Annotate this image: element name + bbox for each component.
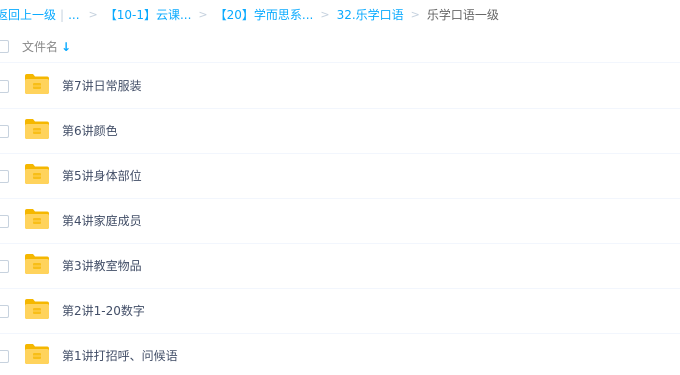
- breadcrumb: 返回上一级 | ... > 【10-1】云课... > 【20】学而思系... …: [0, 6, 499, 24]
- file-list: 第7讲日常服装 第6讲颜色 第5讲身体部位 第4讲家庭成员 第3讲教室物品 第2…: [0, 64, 680, 375]
- folder-icon: [25, 299, 49, 319]
- file-browser: 返回上一级 | ... > 【10-1】云课... > 【20】学而思系... …: [0, 0, 680, 375]
- file-row[interactable]: 第6讲颜色: [0, 109, 680, 154]
- row-checkbox[interactable]: [0, 125, 9, 138]
- breadcrumb-current: 乐学口语一级: [426, 8, 499, 22]
- chevron-right-icon: >: [198, 8, 208, 21]
- row-checkbox[interactable]: [0, 170, 9, 183]
- file-row[interactable]: 第4讲家庭成员: [0, 199, 680, 244]
- row-checkbox[interactable]: [0, 305, 9, 318]
- file-name[interactable]: 第1讲打招呼、问候语: [62, 347, 178, 365]
- select-all-checkbox[interactable]: [0, 40, 9, 53]
- row-checkbox[interactable]: [0, 350, 9, 363]
- row-checkbox[interactable]: [0, 215, 9, 228]
- breadcrumb-divider: |: [60, 8, 65, 22]
- file-name[interactable]: 第4讲家庭成员: [62, 212, 142, 230]
- folder-icon: [25, 254, 49, 274]
- chevron-right-icon: >: [410, 8, 420, 21]
- breadcrumb-ellipsis[interactable]: ...: [68, 6, 79, 24]
- breadcrumb-item-20[interactable]: 【20】学而思系...: [215, 6, 314, 24]
- folder-icon: [25, 209, 49, 229]
- file-row[interactable]: 第1讲打招呼、问候语: [0, 334, 680, 375]
- file-row[interactable]: 第5讲身体部位: [0, 154, 680, 199]
- breadcrumb-item-10-1[interactable]: 【10-1】云课...: [105, 6, 192, 24]
- row-checkbox[interactable]: [0, 260, 9, 273]
- folder-icon: [25, 74, 49, 94]
- file-name[interactable]: 第6讲颜色: [62, 122, 118, 140]
- folder-icon: [25, 344, 49, 364]
- chevron-right-icon: >: [88, 8, 98, 21]
- back-link[interactable]: 返回上一级: [0, 6, 56, 24]
- file-row[interactable]: 第2讲1-20数字: [0, 289, 680, 334]
- breadcrumb-item-32[interactable]: 32.乐学口语: [337, 6, 404, 24]
- file-name[interactable]: 第5讲身体部位: [62, 167, 142, 185]
- folder-icon: [25, 164, 49, 184]
- file-name[interactable]: 第3讲教室物品: [62, 257, 142, 275]
- column-header-filename[interactable]: 文件名: [22, 38, 58, 56]
- chevron-right-icon: >: [320, 8, 330, 21]
- file-row[interactable]: 第7讲日常服装: [0, 64, 680, 109]
- arrow-down-icon[interactable]: ↓: [61, 38, 71, 56]
- folder-icon: [25, 119, 49, 139]
- file-name[interactable]: 第7讲日常服装: [62, 77, 142, 95]
- file-name[interactable]: 第2讲1-20数字: [62, 302, 145, 320]
- file-list-header: 文件名 ↓: [0, 32, 680, 63]
- file-row[interactable]: 第3讲教室物品: [0, 244, 680, 289]
- row-checkbox[interactable]: [0, 80, 9, 93]
